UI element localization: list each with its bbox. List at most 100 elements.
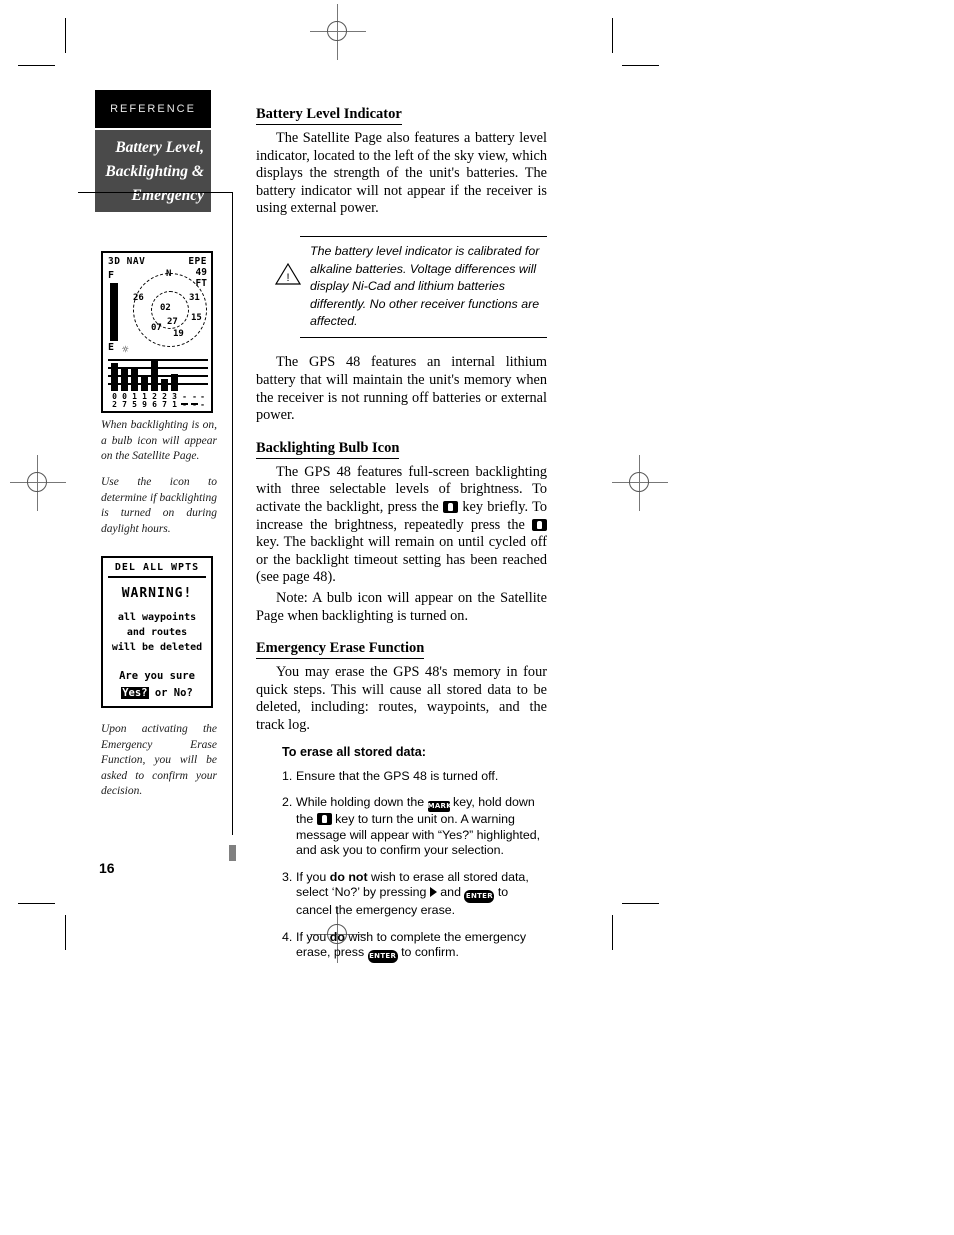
step-1-number: 1.: [282, 768, 293, 783]
battery-full-label: F: [108, 270, 115, 281]
sky-satellite-27: 27: [167, 317, 178, 327]
margin-rule-vertical: [232, 193, 233, 835]
crop-mark-top-right-horizontal: [622, 65, 659, 66]
warning-screen-prompt: Are you sure: [119, 670, 195, 682]
registration-mark-right: [612, 455, 668, 511]
warning-choice-yes[interactable]: Yes?: [121, 687, 149, 699]
step-4-number: 4.: [282, 929, 293, 944]
satellite-page-figure: 3D NAV EPE 49 FT F E ☼ N 26 31 02 15 27 …: [101, 251, 213, 413]
step-4-text-c: to confirm.: [397, 945, 459, 960]
step-3-bold-a: do not: [329, 869, 368, 884]
step-2: 2. While holding down the MARK key, hold…: [282, 795, 547, 859]
signal-bar-31: [171, 374, 178, 391]
enter-key-icon: ENTER: [464, 890, 495, 904]
nav-mode-label: 3D NAV: [108, 256, 146, 267]
paragraph-internal-lithium-battery: The GPS 48 features an internal lithium …: [256, 354, 547, 424]
paragraph-emergency-erase: You may erase the GPS 48's memory in fou…: [256, 664, 547, 733]
backlight-key-icon: [316, 813, 332, 826]
sky-satellite-15: 15: [191, 313, 202, 323]
step-4-text-a: If you: [296, 929, 330, 944]
chapter-title-line-2: Backlighting &: [105, 163, 204, 180]
caption-emergency-erase: Upon activating the Emergency Erase Func…: [101, 723, 217, 797]
warning-body-line-1: all waypoints: [117, 612, 197, 623]
battery-section: Battery Level Indicator: [256, 105, 547, 127]
chapter-title-box: Battery Level, Backlighting & Emergency …: [95, 130, 211, 228]
signal-label-07: 07: [122, 392, 127, 409]
right-arrow-icon: [429, 887, 437, 898]
step-1-text: Ensure that the GPS 48 is turned off.: [296, 768, 499, 783]
heading-backlighting-bulb-icon: Backlighting Bulb Icon: [256, 440, 400, 459]
step-3-text-c: and: [436, 885, 465, 900]
step-2-text-c: key to turn the unit on. A warning messa…: [296, 812, 541, 858]
battery-calibration-callout: ! The battery level indicator is calibra…: [270, 235, 547, 339]
crop-mark-top-right-vertical: [612, 18, 613, 53]
step-3-number: 3.: [282, 869, 293, 884]
caption-backlight-bulb: When backlighting is on, a bulb icon wil…: [101, 419, 217, 462]
signal-grid-line: [108, 359, 208, 361]
crop-mark-bottom-left-horizontal: [18, 903, 55, 904]
signal-label-19: 19: [142, 392, 147, 409]
warning-screen-choices: Yes? or No?: [103, 687, 211, 699]
signal-label-15: 15: [132, 392, 137, 409]
margin-rule-bottom-tab: [229, 845, 236, 861]
page-number: 16: [99, 860, 115, 876]
satellite-signal-bar-graph: 02 07 15 19 26 27 31 -- -- --: [108, 357, 208, 409]
warning-screen-title: DEL ALL WPTS: [108, 562, 206, 578]
emergency-erase-steps: 1. Ensure that the GPS 48 is turned off.…: [256, 769, 547, 964]
margin-rule-top: [78, 192, 233, 193]
crop-mark-top-left-horizontal: [18, 65, 55, 66]
reference-chapter-tab: REFERENCE: [95, 90, 211, 128]
step-2-text-a: While holding down the: [296, 795, 428, 810]
crop-mark-bottom-left-vertical: [65, 915, 66, 950]
crop-mark-top-left-vertical: [65, 18, 66, 53]
epe-label: EPE: [188, 256, 207, 267]
warning-screen-body: all waypoints and routes will be deleted: [103, 610, 211, 655]
step-2-number: 2.: [282, 795, 293, 810]
paragraph-backlighting: The GPS 48 features full-screen backligh…: [256, 464, 547, 587]
sky-satellite-07: 07: [151, 323, 162, 333]
registration-mark-left: [10, 455, 66, 511]
step-1: 1. Ensure that the GPS 48 is turned off.: [282, 769, 547, 785]
registration-mark-circle: [27, 472, 47, 492]
satellite-page-header: 3D NAV EPE: [108, 256, 207, 267]
step-4-bold-a: do: [329, 929, 345, 944]
registration-mark-circle: [327, 21, 347, 41]
heading-battery-level-indicator: Battery Level Indicator: [256, 106, 402, 125]
reference-tab-label: REFERENCE: [110, 103, 196, 115]
heading-emergency-erase-function: Emergency Erase Function: [256, 640, 425, 660]
backlighting-section: Backlighting Bulb Icon: [256, 439, 547, 461]
svg-text:!: !: [286, 272, 289, 284]
signal-label-27: 27: [162, 392, 167, 409]
callout-note-text: The battery level indicator is calibrate…: [310, 244, 540, 329]
enter-key-icon: ENTER: [367, 950, 398, 964]
chapter-title-line-1: Battery Level,: [115, 139, 204, 156]
registration-mark-circle: [629, 472, 649, 492]
callout-bottom-rule: [300, 336, 547, 339]
signal-label-02: 02: [112, 392, 117, 409]
warning-choice-no[interactable]: or No?: [149, 687, 193, 699]
signal-bar-02: [111, 363, 118, 391]
bulb-icon: ☼: [122, 343, 129, 356]
main-content-column: Battery Level Indicator The Satellite Pa…: [256, 105, 547, 974]
sky-satellite-26: 26: [133, 293, 144, 303]
sky-satellite-02: 02: [160, 303, 171, 313]
warning-triangle-icon: !: [275, 262, 301, 285]
signal-bar-27: [161, 379, 168, 391]
caption-backlight-daylight: Use the icon to determine if backlightin…: [101, 476, 217, 535]
sky-satellite-19: 19: [173, 329, 184, 339]
emergency-erase-section: Emergency Erase Function: [256, 639, 547, 661]
sky-view: N 26 31 02 15 27 07 19: [131, 267, 209, 347]
signal-label-empty: --: [182, 392, 187, 409]
signal-label-31: 31: [172, 392, 177, 409]
north-label: N: [166, 269, 172, 279]
signal-bar-15: [131, 369, 138, 391]
backlight-key-icon: [532, 518, 547, 531]
warning-body-line-2: and routes: [126, 627, 188, 638]
delete-all-waypoints-warning-figure: DEL ALL WPTS WARNING! all waypoints and …: [101, 556, 213, 708]
battery-empty-label: E: [108, 342, 115, 353]
crop-mark-bottom-right-vertical: [612, 915, 613, 950]
signal-label-empty: --: [200, 392, 205, 409]
warning-body-line-3: will be deleted: [111, 642, 203, 653]
battery-level-indicator: [110, 283, 118, 341]
signal-label-26: 26: [152, 392, 157, 409]
